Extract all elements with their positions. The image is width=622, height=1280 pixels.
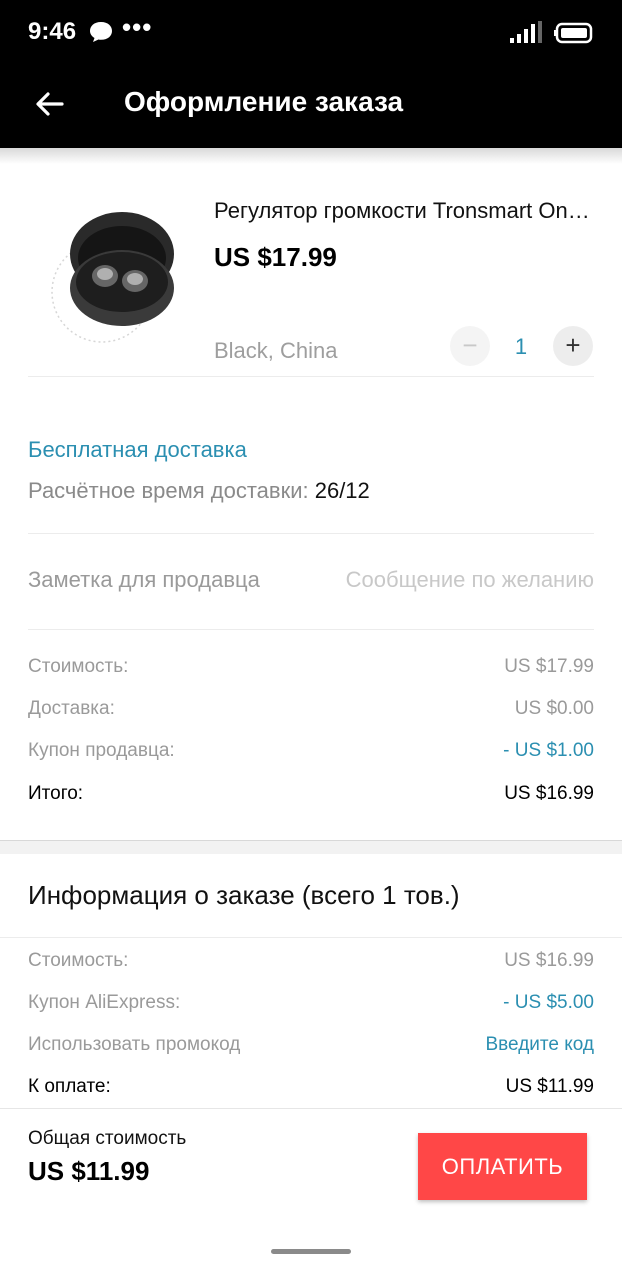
product-variant: Black, China bbox=[214, 338, 338, 363]
seller-note-input[interactable] bbox=[300, 562, 594, 598]
delivery-estimate: Расчётное время доставки: 26/12 bbox=[28, 478, 370, 504]
status-bar: 9:46 ••• bbox=[0, 0, 622, 66]
quantity-increase-button[interactable]: + bbox=[553, 326, 593, 366]
enter-promo-code-link[interactable]: Введите код bbox=[486, 1034, 595, 1056]
aliexpress-coupon-value[interactable]: - US $5.00 bbox=[503, 992, 594, 1014]
divider bbox=[28, 533, 594, 534]
arrow-left-icon[interactable] bbox=[30, 84, 70, 124]
seller-coupon-value[interactable]: - US $1.00 bbox=[503, 740, 594, 762]
signal-icon bbox=[510, 21, 542, 43]
app-bar: Оформление заказа bbox=[0, 66, 622, 148]
page-title: Оформление заказа bbox=[124, 86, 404, 117]
summary-label: Доставка: bbox=[28, 698, 115, 719]
delivery-estimate-date: 26/12 bbox=[314, 478, 370, 503]
order-label: Стоимость: bbox=[28, 950, 129, 971]
bottom-bar-divider bbox=[0, 1108, 622, 1109]
summary-value: US $16.99 bbox=[504, 783, 594, 804]
summary-value: US $0.00 bbox=[514, 698, 594, 719]
header-shadow bbox=[0, 148, 622, 164]
product-image[interactable] bbox=[40, 196, 190, 346]
order-value: US $16.99 bbox=[504, 950, 594, 971]
grand-total-value: US $11.99 bbox=[28, 1156, 150, 1186]
order-label: К оплате: bbox=[28, 1076, 111, 1097]
summary-value: US $17.99 bbox=[504, 656, 594, 677]
summary-label: Стоимость: bbox=[28, 656, 129, 677]
quantity-decrease-button[interactable]: − bbox=[450, 326, 490, 366]
section-separator bbox=[0, 840, 622, 854]
battery-icon bbox=[554, 22, 593, 44]
status-time: 9:46 bbox=[28, 18, 77, 45]
grand-total-label: Общая стоимость bbox=[28, 1128, 187, 1149]
order-value: US $11.99 bbox=[505, 1076, 594, 1097]
summary-label: Итого: bbox=[28, 783, 84, 804]
order-label: Купон AliExpress: bbox=[28, 992, 181, 1013]
divider bbox=[28, 376, 594, 377]
product-price: US $17.99 bbox=[214, 242, 337, 272]
more-dots-icon: ••• bbox=[122, 12, 153, 42]
home-indicator[interactable] bbox=[271, 1249, 351, 1254]
shipping-method-link[interactable]: Бесплатная доставка bbox=[28, 437, 247, 463]
product-title[interactable]: Регулятор громкости Tronsmart Onyx Neo bbox=[214, 198, 598, 224]
order-info-title: Информация о заказе (всего 1 тов.) bbox=[28, 880, 460, 910]
divider bbox=[28, 629, 594, 630]
chat-bubble-icon bbox=[90, 22, 112, 42]
delivery-estimate-label: Расчётное время доставки: bbox=[28, 478, 315, 503]
summary-label: Купон продавца: bbox=[28, 740, 175, 761]
pay-button[interactable]: ОПЛАТИТЬ bbox=[418, 1133, 587, 1200]
divider bbox=[0, 937, 622, 938]
order-label: Использовать промокод bbox=[28, 1034, 241, 1055]
seller-note-label: Заметка для продавца bbox=[28, 567, 260, 592]
quantity-value: 1 bbox=[514, 334, 528, 359]
